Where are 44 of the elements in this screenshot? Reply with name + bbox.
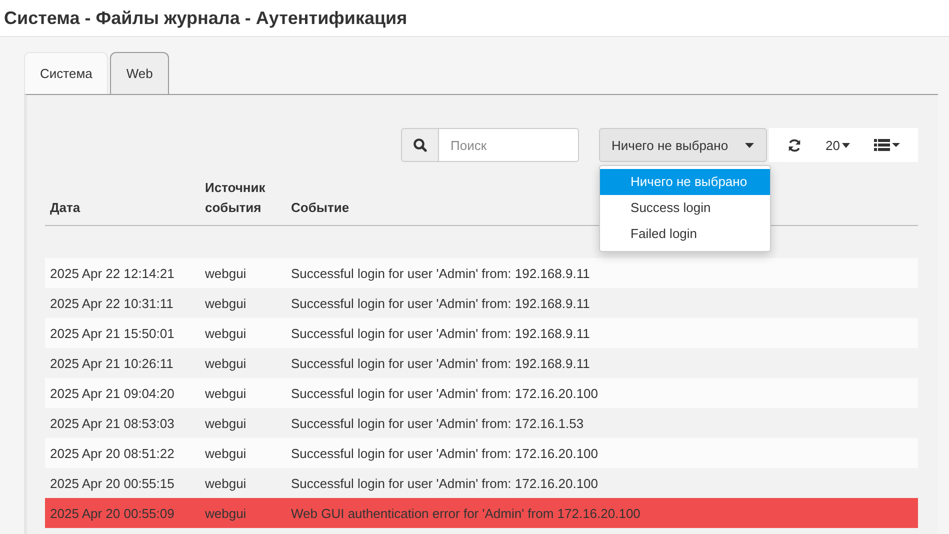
tab[interactable]: Web	[110, 52, 169, 94]
column-header: Дата	[50, 200, 80, 215]
table-cell: webgui	[200, 408, 286, 438]
menu-item[interactable]: Success login	[600, 195, 770, 221]
menu-item[interactable]: Failed login	[600, 221, 770, 247]
filter-dropdown[interactable]: Ничего не выбрано	[598, 128, 767, 162]
table-cell: Web GUI authentication error for 'Admin' from 172.16.20.100	[286, 498, 918, 528]
table-cell: 2025 Apr 20 00:55:15	[45, 468, 200, 498]
table-cell: Successful login for user 'Admin' from: 172.16.1.53	[286, 408, 918, 438]
table-cell: webgui	[200, 468, 286, 498]
caret-icon	[842, 142, 850, 148]
search-field[interactable]: Поиск	[438, 128, 579, 162]
table-cell: Successful login for user 'Admin' from: 172.16.20.100	[286, 438, 918, 468]
table-cell: 2025 Apr 21 10:26:11	[45, 348, 200, 378]
search-button[interactable]	[400, 128, 439, 162]
table-cell: Successful login for user 'Admin' from: 172.16.20.100	[286, 378, 918, 408]
table-cell: 2025 Apr 20 00:55:09	[45, 498, 200, 528]
table-cell: webgui	[200, 438, 286, 468]
table-cell: webgui	[200, 318, 286, 348]
page-title: Система - Файлы журнала - Аутентификация	[4, 8, 408, 28]
table-cell: webgui	[200, 348, 286, 378]
table-cell: Successful login for user 'Admin' from: 192.168.9.11	[286, 348, 918, 378]
table-cell: Successful login for user 'Admin' from: 192.168.9.11	[286, 288, 918, 318]
table-cell: Successful login for user 'Admin' from: 192.168.9.11	[286, 258, 918, 288]
tab[interactable]: Система	[24, 52, 108, 94]
table-cell: Successful login for user 'Admin' from: 172.16.20.100	[286, 468, 918, 498]
column-header: Источник события	[205, 180, 266, 215]
table-cell: 2025 Apr 22 12:14:21	[45, 258, 200, 288]
table-cell: 2025 Apr 21 08:53:03	[45, 408, 200, 438]
table-cell: Successful login for user 'Admin' from: 192.168.9.11	[286, 318, 918, 348]
table-cell: webgui	[200, 258, 286, 288]
table-cell: webgui	[200, 498, 286, 528]
caret-icon	[744, 142, 754, 148]
table-cell: 2025 Apr 21 09:04:20	[45, 378, 200, 408]
page-size-button[interactable]: 20	[816, 131, 860, 159]
table-cell: webgui	[200, 288, 286, 318]
table-cell: 2025 Apr 22 10:31:11	[45, 288, 200, 318]
column-header: Событие	[291, 200, 350, 215]
table-cell: 2025 Apr 21 15:50:01	[45, 318, 200, 348]
list-icon	[874, 139, 900, 151]
refresh-icon	[786, 138, 802, 152]
table-cell: webgui	[200, 378, 286, 408]
table-cell: 2025 Apr 20 08:51:22	[45, 438, 200, 468]
search-icon	[412, 138, 427, 152]
